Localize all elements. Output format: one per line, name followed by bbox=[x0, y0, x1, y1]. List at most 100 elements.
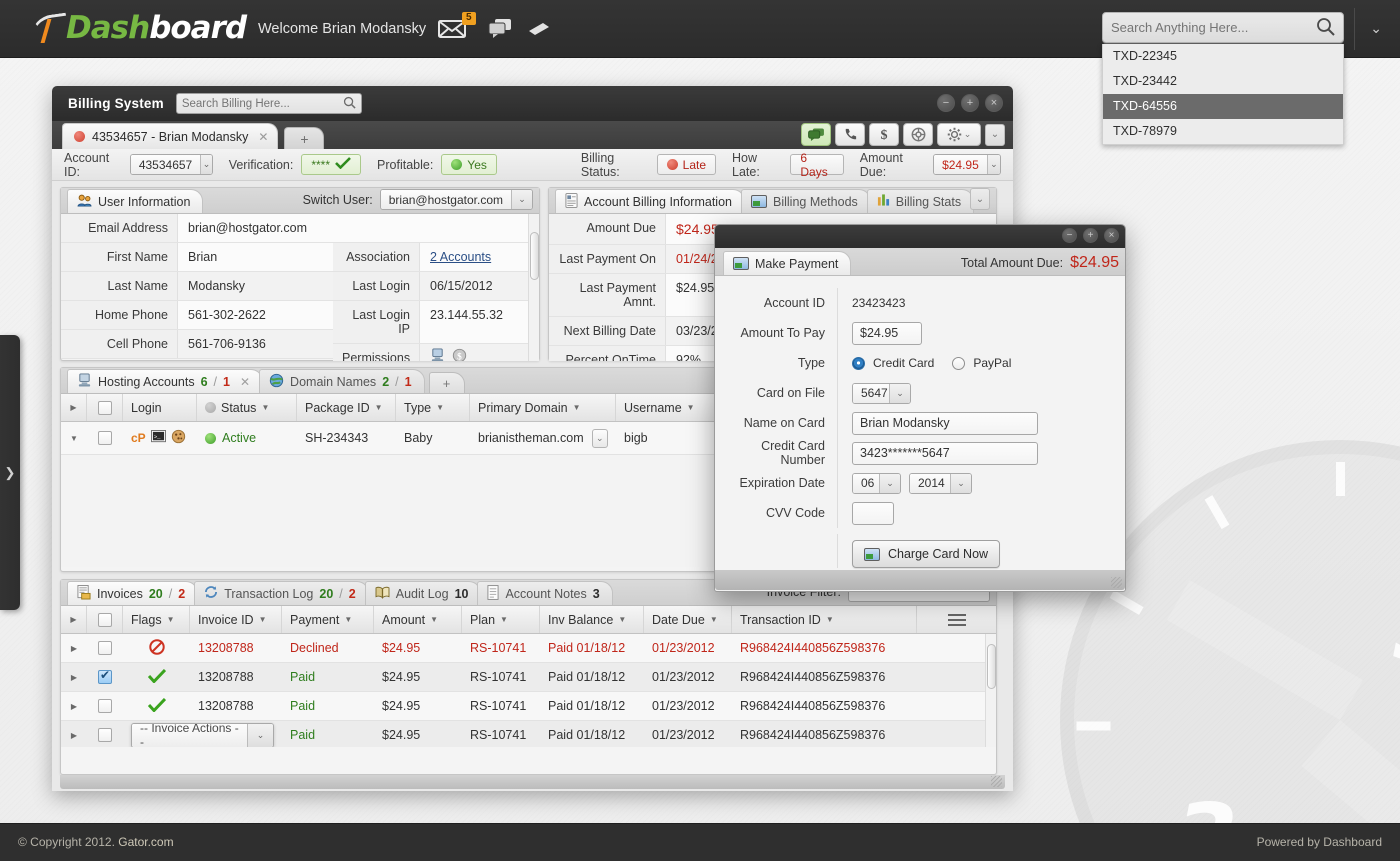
row-expand-toggle[interactable]: ▼ bbox=[61, 422, 87, 454]
tab-billing-stats[interactable]: Billing Stats bbox=[866, 189, 975, 213]
search-result-item[interactable]: TXD-23442 bbox=[1103, 69, 1343, 94]
card-on-file-select[interactable]: 5647 ⌄ bbox=[852, 382, 911, 404]
table-row[interactable]: ▶ 13208788 Declined $24.95 RS-10741 Paid… bbox=[61, 634, 996, 663]
column-package-id[interactable]: Package ID ▼ bbox=[297, 394, 396, 421]
row-expand-toggle[interactable]: ▶ bbox=[61, 663, 87, 691]
sort-caret-icon[interactable]: ▼ bbox=[259, 615, 267, 624]
column-invoice-id[interactable]: Invoice ID ▼ bbox=[190, 606, 282, 633]
terminal-icon[interactable]: >_ bbox=[150, 429, 166, 447]
row-checkbox[interactable] bbox=[98, 641, 112, 655]
column-status[interactable]: Status ▼ bbox=[197, 394, 297, 421]
row-checkbox[interactable] bbox=[98, 728, 112, 742]
row-checkbox-cell[interactable] bbox=[87, 692, 123, 720]
column-transaction-id[interactable]: Transaction ID ▼ bbox=[732, 606, 917, 633]
lifering-icon[interactable] bbox=[903, 123, 933, 146]
tab-invoices[interactable]: Invoices 20 / 2 bbox=[67, 581, 199, 605]
sort-caret-icon[interactable]: ▼ bbox=[344, 615, 352, 624]
search-icon[interactable] bbox=[343, 96, 356, 112]
search-icon[interactable] bbox=[1316, 17, 1335, 39]
column-flags[interactable]: Flags ▼ bbox=[123, 606, 190, 633]
search-result-item[interactable]: TXD-22345 bbox=[1103, 44, 1343, 69]
amount-due-select[interactable]: $24.95 ⌄ bbox=[933, 154, 1001, 175]
search-result-item-selected[interactable]: TXD-64556 bbox=[1103, 94, 1343, 119]
charge-card-button[interactable]: Charge Card Now bbox=[852, 540, 1001, 568]
name-on-card-input[interactable]: Brian Modansky bbox=[852, 411, 1038, 435]
sort-caret-icon[interactable]: ▼ bbox=[430, 615, 438, 624]
row-expand-toggle[interactable]: ▶ bbox=[61, 692, 87, 720]
chevron-down-icon[interactable]: ⌄ bbox=[879, 473, 900, 493]
row-checkbox-cell[interactable] bbox=[87, 422, 123, 454]
invoices-scrollbar[interactable] bbox=[985, 634, 996, 747]
sort-caret-icon[interactable]: ▼ bbox=[500, 615, 508, 624]
server-icon[interactable] bbox=[430, 348, 445, 361]
switch-user-select[interactable]: brian@hostgator.com ⌄ bbox=[379, 189, 533, 210]
gator-link[interactable]: Gator.com bbox=[118, 835, 173, 849]
chevron-down-icon[interactable]: ⌄ bbox=[1370, 20, 1382, 37]
hamburger-icon[interactable] bbox=[917, 606, 996, 633]
row-checkbox-cell[interactable] bbox=[87, 721, 123, 747]
ticket-icon[interactable] bbox=[527, 22, 551, 36]
account-id-select[interactable]: 43534657 ⌄ bbox=[129, 154, 213, 175]
column-primary-domain[interactable]: Primary Domain ▼ bbox=[470, 394, 616, 421]
tab-domain-names[interactable]: Domain Names 2 / 1 bbox=[259, 369, 425, 393]
chevron-down-icon[interactable]: ⌄ bbox=[200, 155, 212, 174]
gear-icon[interactable]: ⌄ bbox=[937, 123, 981, 146]
row-checkbox-cell[interactable] bbox=[87, 663, 123, 691]
scrollbar-thumb[interactable] bbox=[987, 644, 996, 689]
row-checkbox[interactable] bbox=[98, 668, 112, 684]
close-icon[interactable]: ✕ bbox=[240, 375, 250, 389]
invoice-actions-select[interactable]: -- Invoice Actions -- ⌄ bbox=[131, 722, 274, 747]
domain-dropdown-button[interactable]: ⌄ bbox=[591, 428, 608, 448]
expiration-month-select[interactable]: 06 ⌄ bbox=[852, 472, 901, 494]
resize-grip-icon[interactable] bbox=[991, 776, 1002, 787]
chevron-down-icon[interactable]: ⌄ bbox=[986, 155, 1000, 174]
search-result-item[interactable]: TXD-78979 bbox=[1103, 119, 1343, 144]
resize-grip-icon[interactable] bbox=[1111, 577, 1122, 588]
association-link[interactable]: 2 Accounts bbox=[430, 250, 491, 264]
row-checkbox[interactable] bbox=[98, 699, 112, 713]
add-tab-button[interactable]: + bbox=[284, 127, 325, 149]
column-amount[interactable]: Amount ▼ bbox=[374, 606, 462, 633]
tab-make-payment[interactable]: Make Payment bbox=[723, 251, 852, 275]
billing-search-input[interactable] bbox=[181, 97, 343, 110]
credit-card-number-input[interactable]: 3423*******5647 bbox=[852, 441, 1038, 465]
sort-caret-icon[interactable]: ▼ bbox=[436, 403, 444, 412]
row-expand-toggle[interactable]: ▶ bbox=[61, 634, 87, 662]
dollar-icon[interactable]: $ bbox=[869, 123, 899, 146]
expand-all-toggle[interactable]: ▶ bbox=[61, 394, 87, 421]
row-expand-toggle[interactable]: ▶ bbox=[61, 721, 87, 747]
chevron-down-icon[interactable]: ⌄ bbox=[247, 723, 273, 747]
window-collapse-button[interactable]: ⌄ bbox=[985, 123, 1005, 146]
minimize-button[interactable]: − bbox=[937, 94, 955, 112]
cvv-input[interactable] bbox=[852, 501, 894, 525]
expand-all-toggle[interactable]: ▶ bbox=[61, 606, 87, 633]
sort-caret-icon[interactable]: ▼ bbox=[826, 615, 834, 624]
global-search-box[interactable] bbox=[1102, 12, 1344, 43]
tab-audit-log[interactable]: Audit Log 10 bbox=[364, 581, 482, 605]
billing-search-box[interactable] bbox=[175, 93, 362, 114]
tab-transaction-log[interactable]: Transaction Log 20 / 2 bbox=[194, 581, 369, 605]
account-tab[interactable]: 43534657 - Brian Modansky ✕ bbox=[62, 123, 279, 149]
cpanel-icon[interactable]: cP bbox=[131, 431, 146, 445]
sort-caret-icon[interactable]: ▼ bbox=[167, 615, 175, 624]
panel-collapse-button[interactable]: ⌄ bbox=[970, 188, 990, 210]
chat-icon[interactable] bbox=[488, 18, 512, 39]
close-icon[interactable]: ✕ bbox=[258, 130, 268, 144]
column-date-due[interactable]: Date Due ▼ bbox=[644, 606, 732, 633]
phone-icon[interactable] bbox=[835, 123, 865, 146]
minimize-button[interactable]: − bbox=[1062, 228, 1077, 243]
radio-credit-card[interactable] bbox=[852, 356, 865, 370]
chevron-down-icon[interactable]: ⌄ bbox=[511, 190, 532, 209]
column-payment[interactable]: Payment ▼ bbox=[282, 606, 374, 633]
close-button[interactable]: × bbox=[1104, 228, 1119, 243]
row-checkbox-cell[interactable] bbox=[87, 634, 123, 662]
sort-caret-icon[interactable]: ▼ bbox=[618, 615, 626, 624]
column-plan[interactable]: Plan ▼ bbox=[462, 606, 540, 633]
select-all-checkbox[interactable] bbox=[97, 612, 112, 627]
add-account-tab-button[interactable]: + bbox=[428, 372, 465, 393]
select-all-header[interactable] bbox=[87, 606, 123, 633]
table-row[interactable]: ▶ -- Invoice Actions -- ⌄ Paid $24.95 RS… bbox=[61, 721, 996, 747]
select-all-checkbox[interactable] bbox=[97, 400, 112, 415]
tab-billing-methods[interactable]: Billing Methods bbox=[741, 189, 871, 213]
radio-paypal[interactable] bbox=[952, 356, 966, 370]
